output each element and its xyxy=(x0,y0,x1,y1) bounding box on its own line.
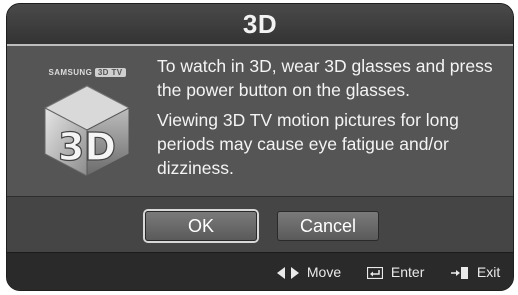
hint-move-label: Move xyxy=(306,264,342,280)
logo-brand: SAMSUNG 3D TV xyxy=(37,68,137,77)
logo-tag: 3D TV xyxy=(94,68,126,77)
hint-enter-label: Enter xyxy=(390,264,425,280)
ok-button[interactable]: OK xyxy=(145,211,257,241)
logo-glyph: 3D xyxy=(58,125,116,169)
navigation-hints: Move Enter Exit xyxy=(7,252,513,290)
dialog-titlebar: 3D xyxy=(7,4,513,46)
message-line-1: To watch in 3D, wear 3D glasses and pres… xyxy=(157,56,493,100)
hint-enter: Enter xyxy=(367,253,425,290)
dialog-body: SAMSUNG 3D TV 3D To watch in 3D, wear 3D… xyxy=(7,46,513,196)
dialog-title: 3D xyxy=(242,9,278,39)
exit-icon xyxy=(451,267,468,280)
hint-exit-label: Exit xyxy=(476,264,501,280)
left-right-arrows-icon xyxy=(277,267,299,280)
enter-icon xyxy=(367,267,383,280)
hint-exit: Exit xyxy=(451,253,501,290)
message-line-2: Viewing 3D TV motion pictures for long p… xyxy=(157,110,459,178)
samsung-3d-logo: SAMSUNG 3D TV 3D xyxy=(37,68,137,177)
3d-dialog: 3D SAMSUNG 3D TV 3D To watch in 3D, wear… xyxy=(6,3,514,291)
hint-move: Move xyxy=(277,253,342,290)
3d-cube-icon: 3D xyxy=(43,85,131,177)
dialog-buttons: OK Cancel xyxy=(7,196,513,253)
dialog-message: To watch in 3D, wear 3D glasses and pres… xyxy=(157,54,502,186)
cancel-button[interactable]: Cancel xyxy=(277,211,379,241)
